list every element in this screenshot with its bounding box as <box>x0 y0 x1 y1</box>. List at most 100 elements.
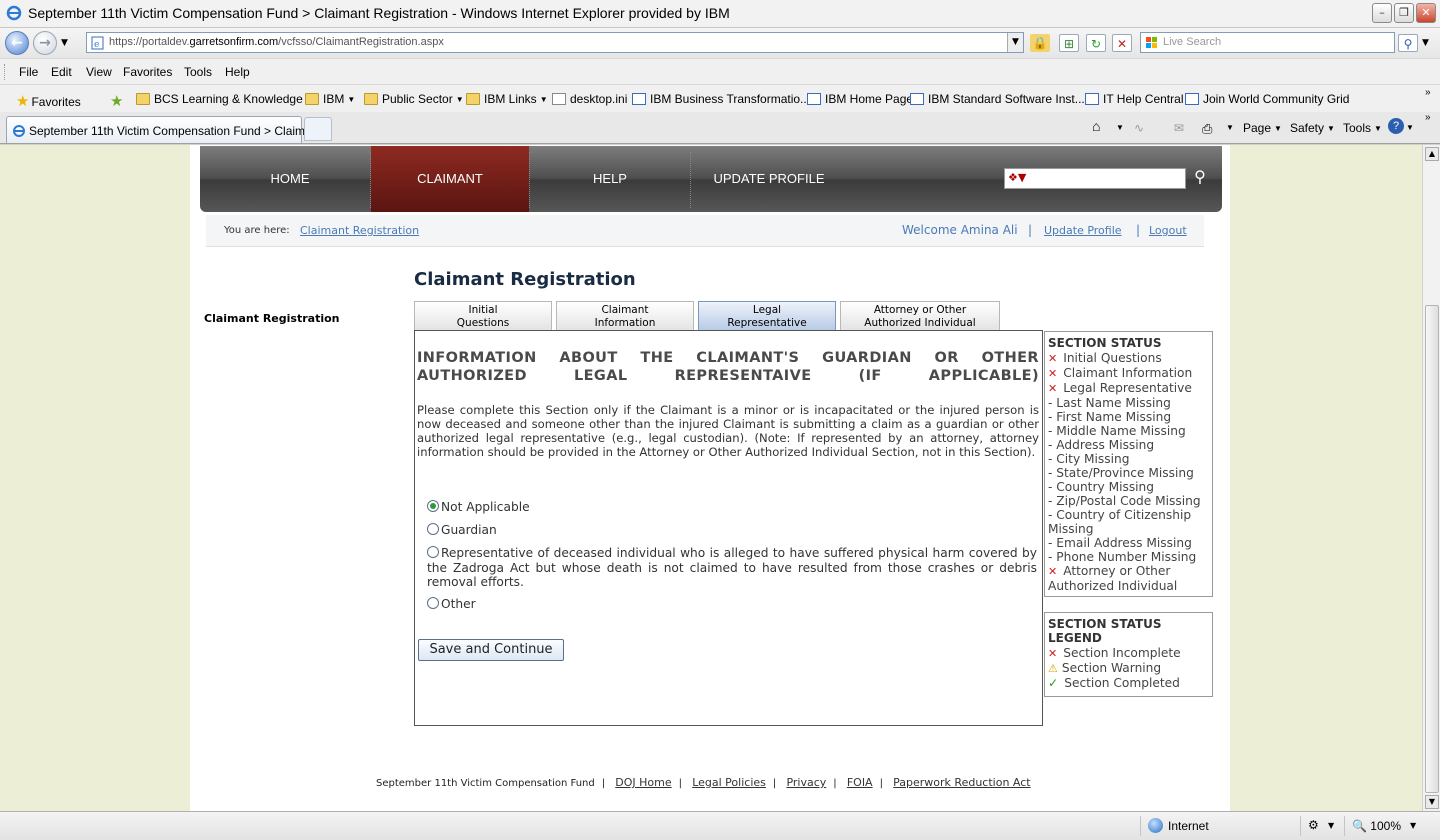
vertical-scrollbar[interactable]: ▲ ▼ <box>1422 145 1440 811</box>
page-icon <box>13 125 25 137</box>
status-attorney-authorized-individual[interactable]: ✕ Attorney or Other Authorized Individual <box>1048 564 1209 593</box>
logout-link[interactable]: Logout <box>1149 224 1187 237</box>
search-filter-icon[interactable]: ❖▼ <box>1008 171 1026 184</box>
print-dropdown[interactable]: ▼ <box>1226 123 1234 132</box>
close-window-button[interactable]: ✕ <box>1416 3 1436 23</box>
menu-file[interactable]: File <box>19 65 38 79</box>
feeds-icon[interactable]: ∿ <box>1134 121 1144 135</box>
nav-home[interactable]: HOME <box>210 146 370 212</box>
divider: | <box>879 778 883 789</box>
more-favorites-chevron-icon[interactable]: » <box>1425 87 1431 98</box>
compatibility-view-icon[interactable]: ⊞ <box>1059 34 1079 52</box>
option-guardian[interactable]: Guardian <box>427 523 1037 538</box>
forward-button[interactable]: → <box>33 31 57 55</box>
nav-claimant-registration[interactable]: CLAIMANT REGISTRATION <box>371 146 529 252</box>
minimize-button[interactable]: – <box>1372 3 1392 23</box>
scroll-up-arrow-icon[interactable]: ▲ <box>1425 147 1439 161</box>
live-search-icon <box>1146 37 1157 48</box>
favorite-desktop-ini[interactable]: desktop.ini <box>552 92 627 106</box>
recent-pages-dropdown[interactable]: ▼ <box>61 38 68 48</box>
search-placeholder: Live Search <box>1163 36 1222 48</box>
breadcrumb-link[interactable]: Claimant Registration <box>300 224 419 237</box>
save-and-continue-button[interactable]: Save and Continue <box>418 639 564 661</box>
missing-item: - State/Province Missing <box>1048 466 1194 480</box>
safety-menu[interactable]: Safety ▼ <box>1290 121 1335 135</box>
favorite-world-community-grid[interactable]: Join World Community Grid <box>1185 92 1349 106</box>
help-dropdown[interactable]: ▼ <box>1406 123 1414 132</box>
favorite-ibm[interactable]: IBM ▼ <box>305 92 355 106</box>
scroll-down-arrow-icon[interactable]: ▼ <box>1425 795 1439 809</box>
home-dropdown[interactable]: ▼ <box>1116 123 1124 132</box>
restore-button[interactable]: ❐ <box>1394 3 1414 23</box>
footer-foia-link[interactable]: FOIA <box>847 776 873 789</box>
favorite-ibm-standard-software[interactable]: IBM Standard Software Inst... <box>910 92 1085 106</box>
menu-help[interactable]: Help <box>225 65 250 79</box>
print-icon[interactable]: ⎙ <box>1202 121 1212 137</box>
new-tab-button[interactable] <box>304 117 332 141</box>
favorite-ibm-links[interactable]: IBM Links ▼ <box>466 92 548 106</box>
favorites-button[interactable]: ★ Favorites <box>16 92 81 110</box>
radio-selected[interactable] <box>427 500 439 512</box>
menu-tools[interactable]: Tools <box>184 65 212 79</box>
address-field[interactable]: e https://portaldev.garretsonfirm.com/vc… <box>86 32 1024 53</box>
footer-doj-home-link[interactable]: DOJ Home <box>615 776 671 789</box>
status-legal-representative[interactable]: ✕ Legal Representative <box>1048 381 1209 396</box>
lock-icon[interactable]: 🔒 <box>1030 34 1050 52</box>
footer-legal-policies-link[interactable]: Legal Policies <box>692 776 766 789</box>
nav-help[interactable]: HELP <box>530 146 690 212</box>
tab-legal-representative[interactable]: Legal Representative <box>698 301 836 330</box>
page-menu[interactable]: Page ▼ <box>1243 121 1282 135</box>
option-not-applicable[interactable]: Not Applicable <box>427 500 1037 515</box>
status-claimant-information[interactable]: ✕ Claimant Information <box>1048 366 1209 381</box>
footer-paperwork-reduction-act-link[interactable]: Paperwork Reduction Act <box>893 776 1030 789</box>
divider <box>1140 816 1141 836</box>
update-profile-link[interactable]: Update Profile <box>1044 224 1122 237</box>
protected-mode-icon[interactable]: ⚙ <box>1308 818 1319 832</box>
menu-edit[interactable]: Edit <box>51 65 72 79</box>
tools-menu[interactable]: Tools ▼ <box>1343 121 1382 135</box>
scrollbar-thumb[interactable] <box>1425 305 1439 793</box>
mail-icon[interactable]: ✉ <box>1174 121 1184 135</box>
footer-privacy-link[interactable]: Privacy <box>786 776 826 789</box>
favorite-public-sector[interactable]: Public Sector ▼ <box>364 92 464 106</box>
live-search-field[interactable]: Live Search <box>1140 32 1395 53</box>
search-options-dropdown[interactable]: ▼ <box>1422 38 1429 48</box>
address-dropdown-button[interactable]: ▼ <box>1007 33 1023 52</box>
browser-tab-active[interactable]: September 11th Victim Compensation Fund … <box>6 116 328 143</box>
stop-icon[interactable]: ✕ <box>1112 34 1132 52</box>
tab-claimant-information[interactable]: Claimant Information <box>556 301 694 330</box>
status-initial-questions[interactable]: ✕ Initial Questions <box>1048 351 1209 366</box>
radio-button[interactable] <box>427 546 439 558</box>
menu-view[interactable]: View <box>86 65 112 79</box>
tab-attorney-authorized-individual[interactable]: Attorney or Other Authorized Individual <box>840 301 1000 330</box>
site-search-icon[interactable]: ⚲ <box>1188 165 1212 189</box>
radio-button[interactable] <box>427 523 439 535</box>
refresh-icon[interactable]: ↻ <box>1086 34 1106 52</box>
tab-initial-questions[interactable]: Initial Questions <box>414 301 552 330</box>
x-icon: ✕ <box>1048 382 1058 395</box>
zoom-dropdown[interactable]: ▼ <box>1410 821 1416 830</box>
menu-favorites[interactable]: Favorites <box>123 65 172 79</box>
favorite-bcs-learning[interactable]: BCS Learning & Knowledge▼ <box>136 92 314 106</box>
home-icon[interactable]: ⌂ <box>1092 118 1100 134</box>
zoom-level[interactable]: 🔍 100% <box>1352 819 1401 833</box>
help-icon[interactable]: ? <box>1388 118 1404 134</box>
folder-icon <box>364 93 378 105</box>
add-favorite-icon[interactable]: ★ <box>110 92 125 110</box>
nav-update-profile[interactable]: UPDATE PROFILE <box>691 146 847 212</box>
favorite-it-help-central[interactable]: IT Help Central <box>1085 92 1183 106</box>
status-legend-panel: SECTION STATUS LEGEND ✕ Section Incomplet… <box>1044 612 1213 697</box>
option-other[interactable]: Other <box>427 597 1037 612</box>
folder-icon <box>466 93 480 105</box>
missing-item: - Email Address Missing <box>1048 536 1192 550</box>
option-representative-deceased[interactable]: Representative of deceased individual wh… <box>427 546 1037 590</box>
favorite-ibm-business-transformation[interactable]: IBM Business Transformatio... <box>632 92 810 106</box>
back-button[interactable]: ← <box>5 31 29 55</box>
search-go-icon[interactable]: ⚲ <box>1398 34 1418 52</box>
site-search-input[interactable]: ❖▼ <box>1004 168 1186 189</box>
protected-mode-dropdown[interactable]: ▼ <box>1328 821 1334 830</box>
favorite-ibm-home-page[interactable]: IBM Home Page <box>807 92 913 106</box>
radio-button[interactable] <box>427 597 439 609</box>
divider: | <box>1028 223 1033 237</box>
more-commands-chevron-icon[interactable]: » <box>1425 112 1431 123</box>
